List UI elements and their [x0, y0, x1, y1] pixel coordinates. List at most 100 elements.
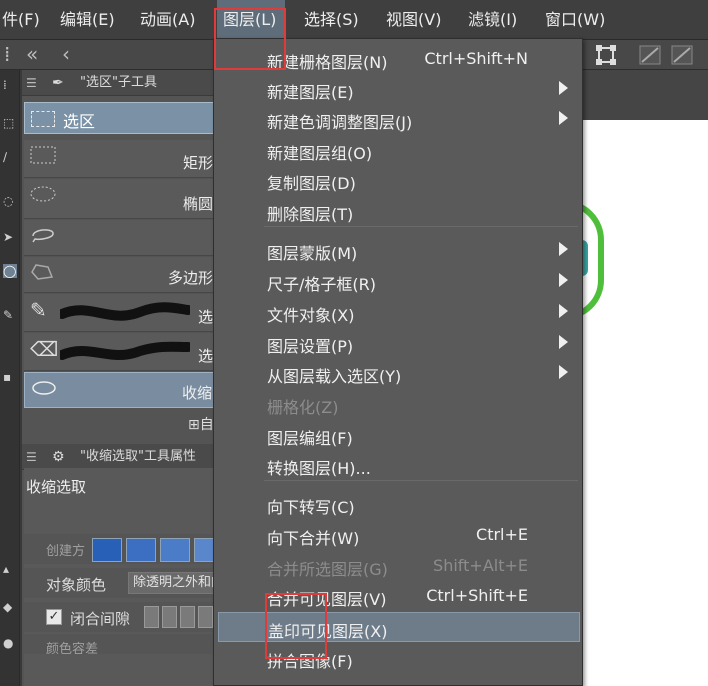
layer-menu-item[interactable]: 从图层载入选区(Y): [218, 358, 580, 388]
pen-icon: ✎: [30, 298, 47, 322]
tool-icon[interactable]: ⬚: [3, 116, 17, 130]
object-color-select[interactable]: 除透明之外和内: [128, 572, 217, 594]
annotation-box-stamp-visible: [265, 593, 327, 659]
chevron-left-icon[interactable]: ‹: [62, 42, 70, 66]
canvas[interactable]: [520, 120, 708, 686]
menu-filter[interactable]: 滤镜(I): [468, 0, 528, 40]
tool-icon[interactable]: ∕: [3, 150, 17, 164]
tool-property-header: ☰ ⚙ "收缩选取"工具属性: [22, 444, 217, 470]
subtool-lasso[interactable]: [24, 220, 217, 256]
tool-icon[interactable]: ◌: [3, 194, 17, 208]
menu-item-shortcut: Ctrl+Shift+N: [424, 49, 528, 68]
layer-menu-item[interactable]: 转换图层(H)...: [218, 450, 580, 480]
menu-item-label: 栅格化(Z): [267, 398, 339, 417]
subtool-selection-eraser[interactable]: ⌫ 选: [24, 333, 217, 371]
grip-icon: ⁞: [4, 42, 11, 66]
menu-item-label: 图层蒙版(M): [267, 244, 358, 263]
transform-icon[interactable]: [594, 44, 618, 66]
shrink-lasso-icon: [32, 381, 56, 395]
menu-edit[interactable]: 编辑(E): [60, 0, 130, 40]
double-chevron-left-icon[interactable]: «: [26, 42, 38, 66]
layer-menu-item[interactable]: 新建图层组(O): [218, 135, 580, 165]
tool-icon[interactable]: ✎: [3, 308, 17, 322]
layer-menu-item[interactable]: 图层设置(P): [218, 328, 580, 358]
menu-file[interactable]: 件(F): [0, 0, 46, 40]
tool-icon[interactable]: ●: [3, 636, 17, 650]
layer-menu-item[interactable]: 复制图层(D): [218, 165, 580, 195]
subtool-ellipse[interactable]: 椭圆: [24, 179, 217, 219]
panel-menu-icon[interactable]: ☰: [26, 444, 37, 470]
hatch-icon-2[interactable]: [670, 44, 694, 66]
polygon-selection-icon: [31, 264, 54, 280]
subtool-selection-pen[interactable]: ✎ 选: [24, 294, 217, 332]
menu-item-shortcut: Shift+Alt+E: [433, 556, 528, 575]
menu-item-label: 合并所选图层(G): [267, 560, 388, 579]
gap-level-button[interactable]: [180, 606, 195, 628]
menu-item-label: 向下转写(C): [267, 498, 355, 517]
layer-menu-item[interactable]: 图层编组(F): [218, 420, 580, 450]
layer-menu-item: 合并所选图层(G) Shift+Alt+E: [218, 551, 580, 581]
tool-icon[interactable]: ⁞: [3, 78, 17, 92]
create-mode-row: 创建方: [24, 534, 217, 564]
auto-action-icon[interactable]: ⊞自: [188, 414, 214, 434]
subtool-label: 矩形: [182, 154, 213, 172]
subtool-rectangle[interactable]: 矩形: [24, 140, 217, 178]
menubar: 件(F) 编辑(E) 动画(A) 图层(L) 选择(S) 视图(V) 滤镜(I)…: [0, 0, 708, 40]
layer-menu-item[interactable]: 图层蒙版(M): [218, 235, 580, 265]
menu-animation[interactable]: 动画(A): [140, 0, 210, 40]
object-color-label: 对象颜色: [46, 576, 107, 594]
tool-property-panel: 收缩选取 创建方 对象颜色 除透明之外和内 ✓ 闭合间隙 颜色容差: [24, 468, 217, 686]
menu-item-label: 转换图层(H)...: [267, 459, 371, 478]
subtool-label: 选: [197, 347, 213, 365]
brush-stroke-preview: [60, 302, 190, 321]
submenu-arrow-icon: [559, 335, 568, 349]
tool-icon[interactable]: ▪: [3, 370, 17, 384]
subtool-label: 选: [197, 308, 213, 326]
layer-menu-item: 栅格化(Z): [218, 389, 580, 419]
menu-window[interactable]: 窗口(W): [545, 0, 615, 40]
menu-item-shortcut: Ctrl+Shift+E: [426, 586, 528, 605]
layer-menu-item[interactable]: 新建色调调整图层(J): [218, 104, 580, 134]
layer-menu-item[interactable]: 向下合并(W) Ctrl+E: [218, 520, 580, 550]
subtract-selection-button[interactable]: [160, 538, 190, 562]
submenu-arrow-icon: [559, 304, 568, 318]
layer-menu-item[interactable]: 尺子/格子框(R): [218, 266, 580, 296]
subtool-group-label: 选区: [63, 112, 96, 131]
add-selection-button[interactable]: [126, 538, 156, 562]
lasso-tool-icon[interactable]: ◯: [3, 264, 17, 278]
subtool-label: 收缩: [181, 384, 212, 402]
menu-item-label: 从图层载入选区(Y): [267, 367, 402, 386]
tool-icon[interactable]: ➤: [3, 230, 17, 244]
subtool-panel-title: "选区"子工具: [80, 75, 157, 90]
menu-item-label: 图层编组(F): [267, 429, 353, 448]
gap-level-button[interactable]: [198, 606, 213, 628]
subtool-shrink-selection[interactable]: 收缩: [24, 372, 217, 408]
menu-select[interactable]: 选择(S): [304, 0, 374, 40]
layer-menu-item[interactable]: 文件对象(X): [218, 297, 580, 327]
menu-item-label: 向下合并(W): [267, 529, 360, 548]
submenu-arrow-icon: [559, 273, 568, 287]
menu-separator: [264, 480, 578, 481]
annotation-box-layer-menu: [214, 8, 286, 70]
panel-menu-icon[interactable]: ☰: [26, 70, 37, 96]
gap-level-button[interactable]: [162, 606, 177, 628]
subtool-panel: ☰ ✒ "选区"子工具 选区 矩形 椭圆 多边形 ✎ 选 ⌫ 选 收缩 ⊞自 ☰: [22, 70, 217, 686]
close-gap-checkbox[interactable]: ✓: [46, 609, 62, 625]
eraser-icon: ⌫: [30, 337, 59, 361]
create-new-selection-button[interactable]: [92, 538, 122, 562]
layer-menu-dropdown: 新建栅格图层(N) Ctrl+Shift+N 新建图层(E) 新建色调调整图层(J) 新…: [213, 38, 583, 686]
canvas-toolbar: [580, 70, 708, 120]
tool-property-title: "收缩选取"工具属性: [80, 449, 196, 464]
subtool-group-selection[interactable]: 选区: [24, 102, 217, 134]
color-tolerance-row: 颜色容差: [24, 634, 217, 654]
gap-level-button[interactable]: [144, 606, 159, 628]
hatch-icon[interactable]: [638, 44, 662, 66]
submenu-arrow-icon: [559, 111, 568, 125]
layer-menu-item[interactable]: 向下转写(C): [218, 489, 580, 519]
tool-icon[interactable]: ◆: [3, 600, 17, 614]
subtool-polygon[interactable]: 多边形: [24, 257, 217, 293]
menu-view[interactable]: 视图(V): [386, 0, 452, 40]
layer-menu-item[interactable]: 新建图层(E): [218, 74, 580, 104]
layer-menu-item[interactable]: 删除图层(T): [218, 196, 580, 226]
tool-icon[interactable]: ▴: [3, 562, 17, 576]
